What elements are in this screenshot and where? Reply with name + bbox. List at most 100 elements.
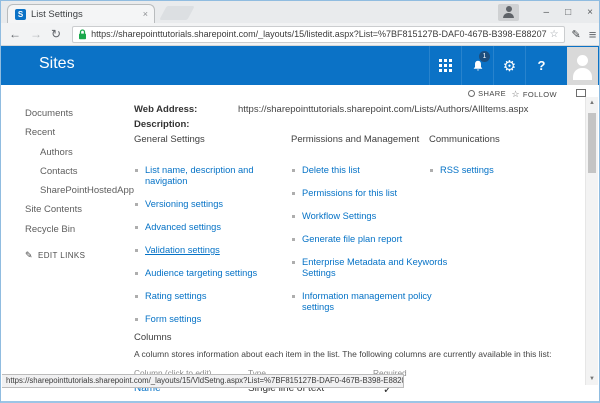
settings-link-row: Permissions for this list bbox=[291, 188, 463, 199]
link-rss-settings[interactable]: RSS settings bbox=[440, 165, 494, 176]
web-address-row: Web Address:https://sharepointtutorials.… bbox=[134, 102, 599, 117]
link-information-management-policy[interactable]: Information management policy settings bbox=[302, 291, 463, 313]
bullet-icon bbox=[292, 261, 295, 264]
general-settings-title: General Settings bbox=[134, 134, 294, 146]
link-enterprise-metadata-keywords[interactable]: Enterprise Metadata and Keywords Setting… bbox=[302, 257, 463, 279]
address-bar[interactable]: https://sharepointtutorials.sharepoint.c… bbox=[72, 26, 564, 43]
link-generate-file-plan-report[interactable]: Generate file plan report bbox=[302, 234, 402, 245]
page-body: SHARE ☆ FOLLOW Documents Recent Authors … bbox=[1, 85, 599, 386]
share-label: SHARE bbox=[478, 89, 506, 98]
link-delete-this-list[interactable]: Delete this list bbox=[302, 165, 360, 176]
bullet-icon bbox=[430, 169, 433, 172]
link-advanced-settings[interactable]: Advanced settings bbox=[145, 222, 221, 233]
new-tab-button[interactable] bbox=[159, 6, 194, 20]
sidebar-item-contacts[interactable]: Contacts bbox=[25, 162, 126, 181]
bullet-icon bbox=[292, 238, 295, 241]
sidebar-item-documents[interactable]: Documents bbox=[25, 104, 126, 123]
app-launcher-button[interactable] bbox=[429, 46, 461, 85]
follow-button[interactable]: ☆ FOLLOW bbox=[511, 89, 557, 100]
maximize-button[interactable]: □ bbox=[565, 7, 571, 18]
settings-link-row: Information management policy settings bbox=[291, 291, 463, 313]
scroll-up-icon[interactable]: ▲ bbox=[586, 100, 598, 106]
notifications-button[interactable]: 1 bbox=[461, 46, 493, 85]
content-area: Documents Recent Authors Contacts ShareP… bbox=[1, 102, 599, 330]
site-title: Sites bbox=[39, 55, 75, 73]
communications-column: Communications RSS settings bbox=[429, 134, 559, 188]
notification-badge: 1 bbox=[479, 51, 490, 62]
profile-icon bbox=[506, 6, 512, 12]
url-text[interactable]: https://sharepointtutorials.sharepoint.c… bbox=[91, 29, 547, 39]
link-validation-settings[interactable]: Validation settings bbox=[145, 245, 220, 256]
edit-links-label: EDIT LINKS bbox=[38, 251, 85, 260]
close-button[interactable]: × bbox=[587, 7, 593, 18]
waffle-icon bbox=[439, 59, 452, 72]
sidebar-item-recent[interactable]: Recent bbox=[25, 123, 126, 142]
back-icon[interactable]: ← bbox=[9, 27, 21, 41]
tab-close-icon[interactable]: × bbox=[143, 9, 148, 19]
vertical-scrollbar[interactable]: ▲ ▼ bbox=[585, 97, 598, 385]
browser-tab[interactable]: S List Settings × bbox=[7, 4, 155, 23]
sidebar-item-sharepointhostedapp[interactable]: SharePointHostedApp bbox=[25, 181, 126, 200]
command-bar: SHARE ☆ FOLLOW bbox=[1, 85, 599, 102]
bullet-icon bbox=[135, 249, 138, 252]
avatar-body-icon bbox=[573, 68, 592, 80]
settings-link-row: Form settings bbox=[134, 314, 294, 325]
profile-button[interactable] bbox=[498, 4, 519, 21]
link-audience-targeting-settings[interactable]: Audience targeting settings bbox=[145, 268, 257, 279]
browser-toolbar: ← → ↻ https://sharepointtutorials.sharep… bbox=[1, 23, 599, 46]
link-versioning-settings[interactable]: Versioning settings bbox=[145, 199, 223, 210]
link-workflow-settings[interactable]: Workflow Settings bbox=[302, 211, 376, 222]
settings-link-row: Validation settings bbox=[134, 245, 294, 256]
follow-label: FOLLOW bbox=[523, 90, 557, 99]
settings-link-row: Workflow Settings bbox=[291, 211, 463, 222]
bullet-icon bbox=[292, 295, 295, 298]
menu-icon[interactable]: ≡ bbox=[589, 27, 597, 42]
link-list-name-description-navigation[interactable]: List name, description and navigation bbox=[145, 165, 294, 187]
suite-bar: Sites 1 ⚙ ? bbox=[1, 46, 599, 85]
link-permissions-for-this-list[interactable]: Permissions for this list bbox=[302, 188, 397, 199]
edit-links-button[interactable]: ✎ EDIT LINKS bbox=[25, 250, 126, 261]
bullet-icon bbox=[292, 215, 295, 218]
focus-icon bbox=[576, 89, 586, 97]
help-icon: ? bbox=[538, 58, 546, 73]
quick-launch-sidebar: Documents Recent Authors Contacts ShareP… bbox=[1, 102, 126, 330]
scroll-down-icon[interactable]: ▼ bbox=[586, 376, 598, 382]
link-rating-settings[interactable]: Rating settings bbox=[145, 291, 207, 302]
bullet-icon bbox=[135, 318, 138, 321]
browser-titlebar: S List Settings × – □ × bbox=[1, 1, 599, 23]
sidebar-item-recycle-bin[interactable]: Recycle Bin bbox=[25, 220, 126, 239]
status-url: https://sharepointtutorials.sharepoint.c… bbox=[6, 376, 404, 385]
description-label: Description: bbox=[134, 117, 238, 132]
settings-main: Web Address:https://sharepointtutorials.… bbox=[126, 102, 599, 330]
user-avatar[interactable] bbox=[567, 47, 598, 89]
sidebar-item-site-contents[interactable]: Site Contents bbox=[25, 200, 126, 219]
reload-icon[interactable]: ↻ bbox=[51, 27, 61, 41]
settings-link-row: Audience targeting settings bbox=[134, 268, 294, 279]
status-bar: https://sharepointtutorials.sharepoint.c… bbox=[2, 374, 404, 388]
bullet-icon bbox=[292, 169, 295, 172]
pencil-icon: ✎ bbox=[25, 250, 33, 260]
minimize-button[interactable]: – bbox=[544, 7, 550, 18]
avatar-head-icon bbox=[577, 55, 588, 66]
link-form-settings[interactable]: Form settings bbox=[145, 314, 201, 325]
share-button[interactable]: SHARE bbox=[468, 89, 506, 98]
tab-title: List Settings bbox=[31, 9, 139, 20]
settings-button[interactable]: ⚙ bbox=[493, 46, 525, 85]
forward-icon[interactable]: → bbox=[30, 27, 42, 41]
columns-section-description: A column stores information about each i… bbox=[134, 349, 586, 359]
scrollbar-thumb[interactable] bbox=[588, 113, 596, 173]
bookmark-star-icon[interactable]: ☆ bbox=[550, 29, 559, 40]
columns-section-title: Columns bbox=[134, 332, 586, 344]
bullet-icon bbox=[292, 192, 295, 195]
settings-link-row: RSS settings bbox=[429, 165, 559, 176]
help-button[interactable]: ? bbox=[525, 46, 557, 85]
window-controls: – □ × bbox=[544, 1, 593, 23]
gear-icon: ⚙ bbox=[503, 57, 516, 75]
bullet-icon bbox=[135, 169, 138, 172]
description-row: Description: bbox=[134, 117, 599, 132]
extension-icon[interactable]: ✎ bbox=[572, 28, 581, 41]
settings-link-row: Versioning settings bbox=[134, 199, 294, 210]
focus-on-content-button[interactable] bbox=[576, 89, 586, 97]
sidebar-item-authors[interactable]: Authors bbox=[25, 143, 126, 162]
web-address-label: Web Address: bbox=[134, 102, 238, 117]
